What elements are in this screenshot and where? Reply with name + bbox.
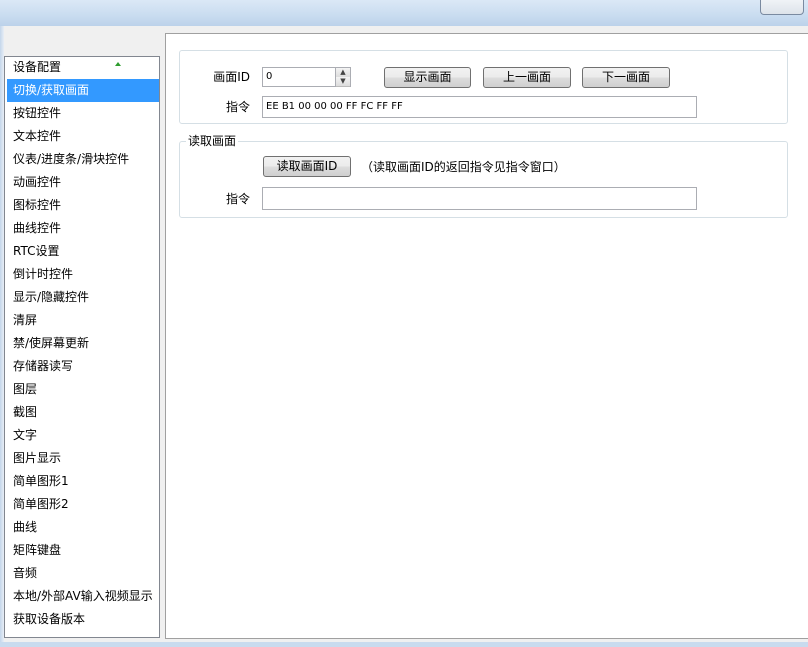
list-item-label: 设备配置 (13, 60, 62, 74)
command-category-list[interactable]: 设备配置 切换/获取画面 按钮控件 文本控件 仪表/进度条/滑块控件 动画控件 … (4, 56, 160, 638)
scroll-up-arrow-icon (115, 62, 121, 66)
list-item[interactable]: 简单图形1 (7, 470, 159, 493)
list-item[interactable]: 简单图形2 (7, 493, 159, 516)
list-item[interactable]: 曲线 (7, 516, 159, 539)
list-item[interactable]: 按钮控件 (7, 102, 159, 125)
list-item-label: 曲线 (13, 520, 38, 534)
list-item[interactable]: 截图 (7, 401, 159, 424)
list-item-label: 动画控件 (13, 175, 62, 189)
list-item[interactable]: 文字 (7, 424, 159, 447)
list-item-label: 曲线控件 (13, 221, 62, 235)
window-title-bar (0, 0, 808, 26)
list-item[interactable]: 图层 (7, 378, 159, 401)
list-item-label: 仪表/进度条/滑块控件 (13, 152, 130, 166)
list-item-label: 简单图形2 (13, 497, 69, 511)
list-item-label: 显示/隐藏控件 (13, 290, 90, 304)
read-command-label: 指令 (225, 192, 250, 206)
list-item-label: 文字 (13, 428, 38, 442)
list-item-label: 禁/使屏幕更新 (13, 336, 90, 350)
window-frame-bottom (0, 642, 808, 647)
list-item[interactable]: 图标控件 (7, 194, 159, 217)
list-item[interactable]: 动画控件 (7, 171, 159, 194)
screen-id-label: 画面ID (213, 70, 250, 84)
list-item[interactable]: 清屏 (7, 309, 159, 332)
list-item[interactable]: 本地/外部AV输入视频显示 (7, 585, 159, 608)
list-item[interactable]: 显示/隐藏控件 (7, 286, 159, 309)
prev-screen-button[interactable]: 上一画面 (483, 67, 571, 88)
list-item[interactable]: 曲线控件 (7, 217, 159, 240)
list-item-label: 倒计时控件 (13, 267, 74, 281)
read-screen-id-button[interactable]: 读取画面ID (263, 156, 351, 177)
screen-id-input[interactable]: 0 (262, 67, 336, 87)
list-item-label: 图层 (13, 382, 38, 396)
read-screen-note: （读取画面ID的返回指令见指令窗口） (361, 160, 566, 174)
list-item[interactable]: 存储器读写 (7, 355, 159, 378)
list-item-label: 简单图形1 (13, 474, 69, 488)
list-item[interactable]: 文本控件 (7, 125, 159, 148)
list-item-label: 存储器读写 (13, 359, 74, 373)
list-item-label: 矩阵键盘 (13, 543, 62, 557)
show-screen-button[interactable]: 显示画面 (384, 67, 471, 88)
close-button[interactable] (760, 0, 804, 15)
list-item[interactable]: 禁/使屏幕更新 (7, 332, 159, 355)
list-item[interactable]: 倒计时控件 (7, 263, 159, 286)
spin-down-icon[interactable]: ▼ (336, 77, 350, 87)
list-item-label: 本地/外部AV输入视频显示 (13, 589, 153, 603)
list-item-selected[interactable]: 切换/获取画面 (7, 79, 159, 102)
read-command-field[interactable] (262, 187, 697, 210)
list-item-label: 切换/获取画面 (13, 83, 90, 97)
list-item-label: 清屏 (13, 313, 38, 327)
list-item-label: 图片显示 (13, 451, 62, 465)
list-item[interactable]: RTC设置 (7, 240, 159, 263)
list-item[interactable]: 仪表/进度条/滑块控件 (7, 148, 159, 171)
list-item[interactable]: 获取设备版本 (7, 608, 159, 631)
list-item-label: 按钮控件 (13, 106, 62, 120)
list-item-label: RTC设置 (13, 244, 60, 258)
command-field[interactable]: EE B1 00 00 00 FF FC FF FF (262, 96, 697, 118)
command-label: 指令 (225, 100, 250, 114)
list-item[interactable]: 矩阵键盘 (7, 539, 159, 562)
read-screen-group-title: 读取画面 (186, 134, 239, 148)
next-screen-button[interactable]: 下一画面 (582, 67, 670, 88)
screen-id-spinner[interactable]: ▲ ▼ (335, 67, 351, 87)
list-item-label: 截图 (13, 405, 38, 419)
list-item-label: 获取设备版本 (13, 612, 86, 626)
list-item-label: 音频 (13, 566, 38, 580)
list-item[interactable]: 图片显示 (7, 447, 159, 470)
list-item-label: 图标控件 (13, 198, 62, 212)
list-item[interactable]: 设备配置 (7, 57, 159, 79)
list-item[interactable]: 音频 (7, 562, 159, 585)
list-item-label: 文本控件 (13, 129, 62, 143)
